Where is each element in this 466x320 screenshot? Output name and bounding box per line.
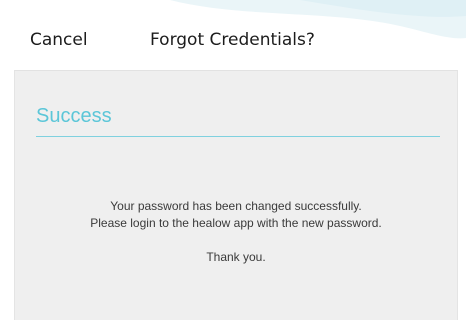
nav-header: Cancel Forgot Credentials?	[0, 0, 466, 70]
page-title: Forgot Credentials?	[150, 30, 315, 50]
thank-you-text: Thank you.	[206, 250, 266, 264]
success-message: Your password has been changed successfu…	[15, 198, 457, 232]
success-card: Success Your password has been changed s…	[14, 70, 458, 320]
forgot-credentials-screen: Cancel Forgot Credentials? Success Your …	[0, 0, 466, 320]
success-heading: Success	[36, 105, 112, 127]
heading-divider	[36, 136, 440, 137]
cancel-button[interactable]: Cancel	[30, 30, 88, 50]
message-line-1: Your password has been changed successfu…	[110, 199, 362, 213]
message-line-2: Please login to the healow app with the …	[90, 216, 382, 230]
